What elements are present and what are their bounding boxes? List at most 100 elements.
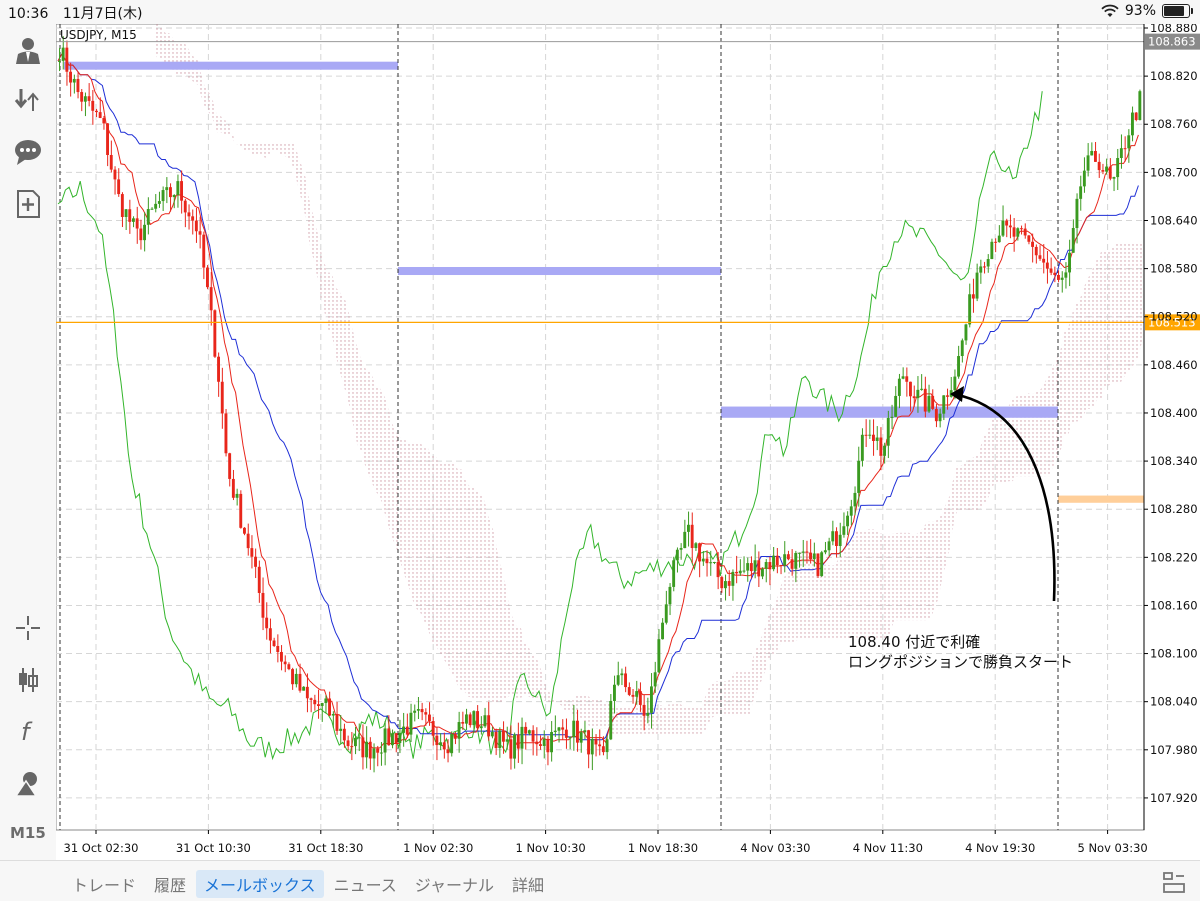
candle-body xyxy=(779,565,783,567)
candle-body xyxy=(391,733,394,746)
candle-body xyxy=(416,709,420,711)
layout-toggle-icon[interactable] xyxy=(1162,870,1186,894)
candle-body xyxy=(1127,135,1131,149)
candle-body xyxy=(324,698,328,704)
candle-body xyxy=(453,733,457,739)
chart-canvas[interactable]: 108.863108.513 108.880108.820108.760108.… xyxy=(55,21,1200,860)
bottom-tab-4[interactable]: ジャーナル xyxy=(407,870,502,898)
status-time: 10:36 xyxy=(8,6,49,22)
highlight-rect xyxy=(1058,495,1144,503)
bottom-tab-1[interactable]: 履歴 xyxy=(146,870,194,898)
candle-body xyxy=(513,734,516,759)
user-icon[interactable] xyxy=(12,34,44,66)
candle-body xyxy=(923,388,927,412)
function-icon[interactable]: f xyxy=(12,716,44,748)
candle-body xyxy=(435,735,439,746)
y-tick-label: 108.880 xyxy=(1150,24,1198,35)
candle-body xyxy=(971,294,975,299)
candle-body xyxy=(65,47,69,72)
candle-body xyxy=(783,554,787,566)
candle-body xyxy=(254,556,257,567)
candle-body xyxy=(180,181,183,201)
candle-body xyxy=(220,381,224,414)
candle-body xyxy=(905,376,909,382)
candle-body xyxy=(1008,225,1012,228)
candle-body xyxy=(272,640,276,646)
candle-body xyxy=(805,551,809,553)
candle-body xyxy=(801,551,805,553)
candle-body xyxy=(61,47,65,61)
candle-body xyxy=(587,730,590,755)
candle-body xyxy=(809,552,812,560)
candle-body xyxy=(1119,148,1123,158)
new-document-icon[interactable] xyxy=(12,188,44,220)
bid-price-label: 108.863 xyxy=(1148,35,1196,49)
candle-body xyxy=(1049,268,1053,273)
bottom-tab-3[interactable]: ニュース xyxy=(326,870,405,898)
candle-body xyxy=(572,720,576,738)
candle-body xyxy=(243,527,246,534)
battery-percent: 93% xyxy=(1124,3,1156,19)
bottom-tab-2[interactable]: メールボックス xyxy=(196,870,324,898)
annotation-line-1: 108.40 付近で利確 xyxy=(848,633,980,651)
candle-body xyxy=(409,712,413,735)
y-tick-label: 108.160 xyxy=(1150,598,1198,612)
candle-body xyxy=(716,561,720,578)
candle-body xyxy=(298,673,302,691)
candle-body xyxy=(864,434,868,436)
candle-body xyxy=(431,721,435,736)
candle-body xyxy=(557,727,561,731)
candle-body xyxy=(291,669,294,685)
crosshair-icon[interactable] xyxy=(12,612,44,644)
candle-body xyxy=(128,209,132,222)
candle-body xyxy=(95,110,98,113)
candle-body xyxy=(687,524,690,532)
chat-icon[interactable] xyxy=(12,136,44,168)
candle-body xyxy=(542,738,546,746)
y-tick-label: 107.920 xyxy=(1150,791,1198,805)
candle-body xyxy=(916,389,920,399)
candle-body xyxy=(635,691,639,697)
x-tick-label: 4 Nov 03:30 xyxy=(740,841,810,855)
candle-body xyxy=(694,543,698,549)
candle-body xyxy=(317,704,320,706)
bottom-tab-0[interactable]: トレード xyxy=(64,870,144,898)
shapes-icon[interactable] xyxy=(12,768,44,800)
candle-body xyxy=(794,552,798,569)
candle-body xyxy=(1101,170,1105,172)
candle-body xyxy=(58,60,61,62)
candle-body xyxy=(761,568,764,577)
candle-body xyxy=(942,395,946,414)
candle-body xyxy=(909,381,912,397)
candle-body xyxy=(524,726,528,734)
candle-body xyxy=(583,730,587,733)
candle-body xyxy=(1042,258,1046,263)
price-chart[interactable]: 108.863 108.513 108.880 108.820 108.760 108.… xyxy=(55,21,1200,860)
candle-body xyxy=(357,737,361,739)
candle-body xyxy=(853,492,857,507)
candle-body xyxy=(394,733,398,744)
candle-body xyxy=(624,673,627,688)
candle-body xyxy=(239,493,243,528)
candle-body xyxy=(620,673,624,676)
candle-body xyxy=(701,558,705,562)
candle-body xyxy=(1060,277,1064,280)
candle-body xyxy=(169,187,172,198)
candle-body xyxy=(379,752,383,754)
candle-body xyxy=(931,395,935,409)
y-tick-label: 108.700 xyxy=(1150,165,1198,179)
timeframe-label[interactable]: M15 xyxy=(10,824,46,842)
candle-body xyxy=(594,738,598,745)
trade-arrows-icon[interactable] xyxy=(12,84,44,116)
candle-body xyxy=(516,734,520,749)
candle-body xyxy=(413,710,417,713)
candle-body xyxy=(372,748,376,759)
candle-body xyxy=(476,711,479,729)
candle-body xyxy=(934,408,938,422)
x-tick-label: 4 Nov 11:30 xyxy=(853,841,923,855)
candle-body xyxy=(768,562,772,570)
candle-body xyxy=(1071,228,1075,253)
candlestick-icon[interactable] xyxy=(12,664,44,696)
bottom-tab-5[interactable]: 詳細 xyxy=(504,870,552,898)
candle-body xyxy=(224,413,228,454)
